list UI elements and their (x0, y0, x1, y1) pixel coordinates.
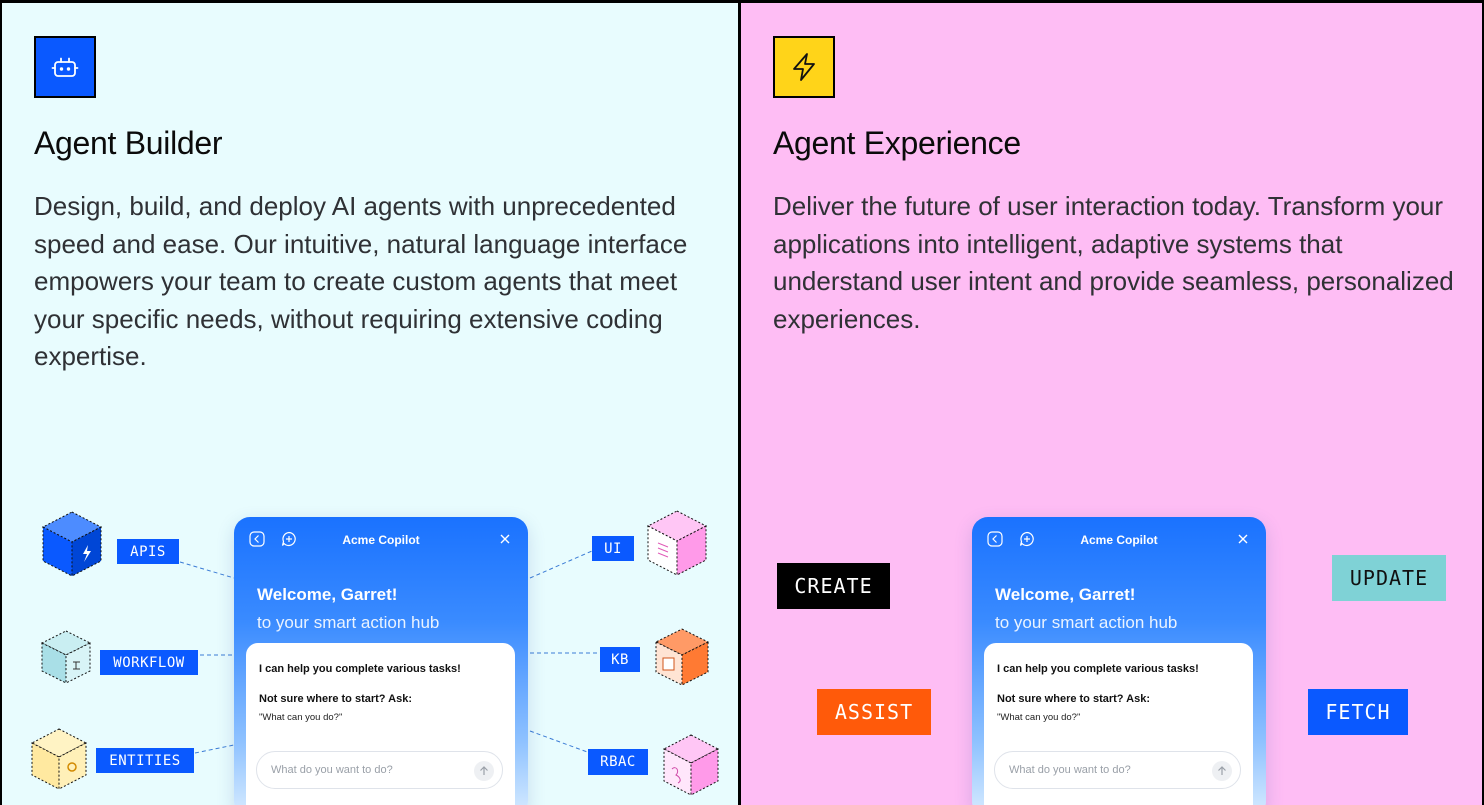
entities-tag: ENTITIES (96, 748, 194, 773)
copilot-welcome: Welcome, Garret! (995, 585, 1136, 604)
fetch-tag: FETCH (1308, 689, 1408, 735)
ui-tag: UI (592, 536, 634, 561)
copilot-input-placeholder: What do you want to do? (1009, 764, 1131, 776)
copilot-subtitle: to your smart action hub (995, 613, 1178, 632)
send-icon[interactable] (1212, 761, 1232, 781)
copilot-message-input[interactable]: What do you want to do? (994, 751, 1241, 789)
copilot-window: Acme Copilot Welcome, Garret! to your sm… (234, 517, 528, 805)
workflow-cube-icon (40, 630, 92, 684)
ui-cube-icon (646, 510, 708, 576)
update-tag: UPDATE (1332, 555, 1446, 601)
copilot-intro: I can help you complete various tasks! (259, 663, 461, 675)
agent-experience-panel: Agent Experience Deliver the future of u… (741, 3, 1482, 805)
copilot-example-prompt[interactable]: "What can you do?" (259, 712, 342, 723)
entities-cube-icon (30, 728, 88, 790)
copilot-chat-card: I can help you complete various tasks! N… (246, 643, 515, 805)
close-icon[interactable] (497, 531, 513, 547)
apis-tag: APIS (117, 539, 179, 564)
copilot-welcome: Welcome, Garret! (257, 585, 398, 604)
send-icon[interactable] (474, 761, 494, 781)
create-tag: CREATE (777, 563, 890, 609)
kb-tag: KB (600, 647, 640, 672)
agent-builder-panel: Agent Builder Design, build, and deploy … (2, 3, 738, 805)
copilot-chat-card: I can help you complete various tasks! N… (984, 643, 1253, 805)
lightning-icon (773, 36, 835, 98)
copilot-title: Acme Copilot (1080, 533, 1158, 547)
page: Agent Builder Design, build, and deploy … (0, 0, 1484, 805)
copilot-example-prompt[interactable]: "What can you do?" (997, 712, 1080, 723)
rbac-tag: RBAC (588, 749, 648, 775)
close-icon[interactable] (1235, 531, 1251, 547)
rbac-cube-icon (662, 734, 720, 796)
agent-experience-title: Agent Experience (773, 125, 1021, 161)
copilot-prompt-heading: Not sure where to start? Ask: (997, 693, 1151, 705)
agent-experience-description: Deliver the future of user interaction t… (773, 191, 1454, 334)
copilot-input-placeholder: What do you want to do? (271, 764, 393, 776)
copilot-window-preview: Acme Copilot Welcome, Garret! to your sm… (972, 517, 1266, 805)
copilot-message-input[interactable]: What do you want to do? (256, 751, 503, 789)
copilot-intro: I can help you complete various tasks! (997, 663, 1199, 675)
assist-tag: ASSIST (817, 689, 931, 735)
kb-cube-icon (654, 628, 710, 686)
copilot-header: Acme Copilot (972, 517, 1266, 563)
copilot-prompt-heading: Not sure where to start? Ask: (259, 693, 413, 705)
workflow-tag: WORKFLOW (100, 650, 198, 675)
copilot-header: Acme Copilot (234, 517, 528, 563)
apis-cube-icon (41, 511, 103, 577)
copilot-title: Acme Copilot (342, 533, 420, 547)
copilot-subtitle: to your smart action hub (257, 613, 440, 632)
